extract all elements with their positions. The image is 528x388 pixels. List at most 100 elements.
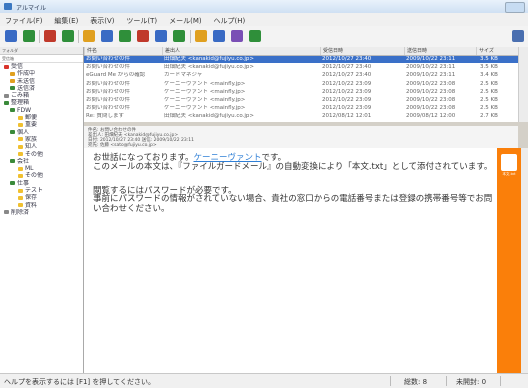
message-row[interactable]: お問い合わせの件 ケーニーヴァント <mainfly.jp> 2012/10/22 … <box>84 105 518 112</box>
folder-item[interactable]: 削除済 <box>0 209 83 216</box>
folder-item[interactable]: 個人 <box>0 129 83 136</box>
message-row[interactable]: Re: 質問します 田畑紀夫 <kanakid@fujiyu.co.jp> 2012… <box>84 113 518 120</box>
column-from[interactable]: 差出人 <box>162 47 321 55</box>
column-received[interactable]: 受信日時 <box>320 47 405 55</box>
folder-label: 知人 <box>25 143 38 151</box>
message-received: 2012/10/27 23:40 <box>322 64 372 71</box>
folder-label: 未送信 <box>17 77 36 85</box>
folder-item[interactable]: 未送信 <box>0 78 83 85</box>
message-row[interactable]: お問い合わせの件 ケーニーヴァント <mainfly.jp> 2012/10/22 … <box>84 97 518 104</box>
folder-tree: 受信 作成中 未送信 送信済 ごみ箱 整理箱 FDW 郵便 重要 個人 家族 知人 その他 会社 ML その他… <box>0 63 83 216</box>
folder-label: 整理箱 <box>11 99 30 107</box>
folder-item[interactable]: 整理箱 <box>0 99 83 106</box>
toolbar-glyph <box>83 30 95 42</box>
message-size: 3.5 KB <box>480 64 498 71</box>
send-mail-icon[interactable] <box>22 29 36 43</box>
folder-item[interactable]: 作成中 <box>0 70 83 77</box>
toolbar-glyph <box>119 30 131 42</box>
folder-item[interactable]: FDW <box>0 107 83 114</box>
message-header: 件名: お問い合わせの件 差出人: 田畑紀夫 <kanakid@fujiyu.c… <box>84 126 518 149</box>
status-separator <box>500 376 501 386</box>
folder-icon <box>18 173 23 178</box>
status-bar: ヘルプを表示するには [F1] を押してください。 総数: 8 未開封: 0 <box>0 373 528 388</box>
toolbar-glyph <box>23 30 35 42</box>
folder-item[interactable]: 郵便 <box>0 114 83 121</box>
message-row[interactable]: お問い合わせの件 田畑紀夫 <kanakid@fujiyu.co.jp> 2012/… <box>84 64 518 71</box>
folder-pane-subheader: 受信箱 <box>0 55 83 63</box>
message-row[interactable]: eGuard Me からの確認 カードマネジャ 2012/10/27 23:40 20… <box>84 72 518 79</box>
folder-item[interactable]: 保存 <box>0 194 83 201</box>
folder-label: 作成中 <box>17 70 36 78</box>
window-title: アルマイル <box>16 5 46 12</box>
menu-file[interactable]: ファイル(F) <box>0 16 48 26</box>
message-row[interactable]: お問い合わせの件 ケーニーヴァント <mainfly.jp> 2012/10/22 … <box>84 81 518 88</box>
message-subject: お問い合わせの件 <box>86 97 131 103</box>
search-icon[interactable] <box>172 29 186 43</box>
reply-all-icon[interactable] <box>82 29 96 43</box>
message-sent: 2009/10/22 23:08 <box>406 80 456 87</box>
folder-item[interactable]: 仕事 <box>0 180 83 187</box>
message-size: 2.7 KB <box>480 113 498 120</box>
print-icon[interactable] <box>118 29 132 43</box>
folder-item[interactable]: 家族 <box>0 136 83 143</box>
settings-icon[interactable] <box>230 29 244 43</box>
menu-edit[interactable]: 編集(E) <box>49 16 83 26</box>
folder-item[interactable]: その他 <box>0 151 83 158</box>
filter-icon[interactable] <box>212 29 226 43</box>
message-row[interactable]: お問い合わせの件 ケーニーヴァント <mainfly.jp> 2012/10/22 … <box>84 89 518 96</box>
message-subject: お問い合わせの件 <box>86 105 131 112</box>
message-subject: お問い合わせの件 <box>86 56 131 62</box>
folder-icon <box>10 181 15 186</box>
sync-icon[interactable] <box>248 29 262 43</box>
message-received: 2012/08/12 12:01 <box>322 113 372 120</box>
window-controls[interactable] <box>505 2 525 13</box>
menu-help[interactable]: ヘルプ(H) <box>209 16 251 26</box>
folder-label: その他 <box>25 172 44 180</box>
reply-icon[interactable] <box>61 29 75 43</box>
delete-icon[interactable] <box>136 29 150 43</box>
receive-mail-icon[interactable] <box>4 29 18 43</box>
folder-item[interactable]: ごみ箱 <box>0 92 83 99</box>
forward-icon[interactable] <box>100 29 114 43</box>
attachment-label[interactable]: 本文.txt <box>497 172 521 177</box>
column-sent[interactable]: 送信日時 <box>404 47 477 55</box>
folder-label: FDW <box>17 106 32 114</box>
message-sent: 2009/10/22 23:08 <box>406 88 456 95</box>
menu-mail[interactable]: メール(M) <box>164 16 207 26</box>
folder-item[interactable]: 知人 <box>0 143 83 150</box>
menu-tools[interactable]: ツール(T) <box>121 16 162 26</box>
message-body: お世話になっております。ケーニーヴァントです。 このメールの本文は、『ファイルガ… <box>84 148 497 373</box>
toolbar-glyph <box>101 30 113 42</box>
folder-label: 重要 <box>25 121 38 129</box>
folder-icon <box>4 100 9 105</box>
folder-label: ML <box>25 165 34 173</box>
message-body-scrollbar[interactable] <box>521 148 528 373</box>
folder-item[interactable]: 会社 <box>0 158 83 165</box>
message-row[interactable]: お問い合わせの件 田畑紀夫 <kanakid@fujiyu.co.jp> 2012/… <box>84 56 518 64</box>
message-sent: 2009/10/22 23:11 <box>406 72 456 79</box>
body-line: このメールの本文は、『ファイルガードメール』の自動変換により「本文.txt」とし… <box>93 162 493 172</box>
menu-view[interactable]: 表示(V) <box>85 16 119 26</box>
column-size[interactable]: サイズ <box>476 47 519 55</box>
toolbar-glyph <box>62 30 74 42</box>
folder-item[interactable]: 受信 <box>0 63 83 70</box>
folder-item[interactable]: 送信済 <box>0 85 83 92</box>
folder-item[interactable]: テスト <box>0 187 83 194</box>
folder-item[interactable]: 重要 <box>0 121 83 128</box>
folder-item[interactable]: 資料 <box>0 202 83 209</box>
panel-toggle-icon[interactable] <box>512 30 524 42</box>
address-book-icon[interactable] <box>194 29 208 43</box>
message-size: 3.4 KB <box>480 72 498 79</box>
move-icon[interactable] <box>154 29 168 43</box>
message-list-scrollbar[interactable] <box>518 47 528 123</box>
toolbar-glyph <box>249 30 261 42</box>
folder-item[interactable]: その他 <box>0 172 83 179</box>
column-subject[interactable]: 件名 <box>84 47 163 55</box>
attachment-file-icon[interactable] <box>501 154 517 171</box>
new-mail-icon[interactable] <box>43 29 57 43</box>
message-received: 2012/10/27 23:40 <box>322 56 372 62</box>
message-subject: Re: 質問します <box>86 113 125 120</box>
message-received: 2012/10/22 23:09 <box>322 80 372 87</box>
folder-label: 個人 <box>17 128 30 136</box>
folder-item[interactable]: ML <box>0 165 83 172</box>
